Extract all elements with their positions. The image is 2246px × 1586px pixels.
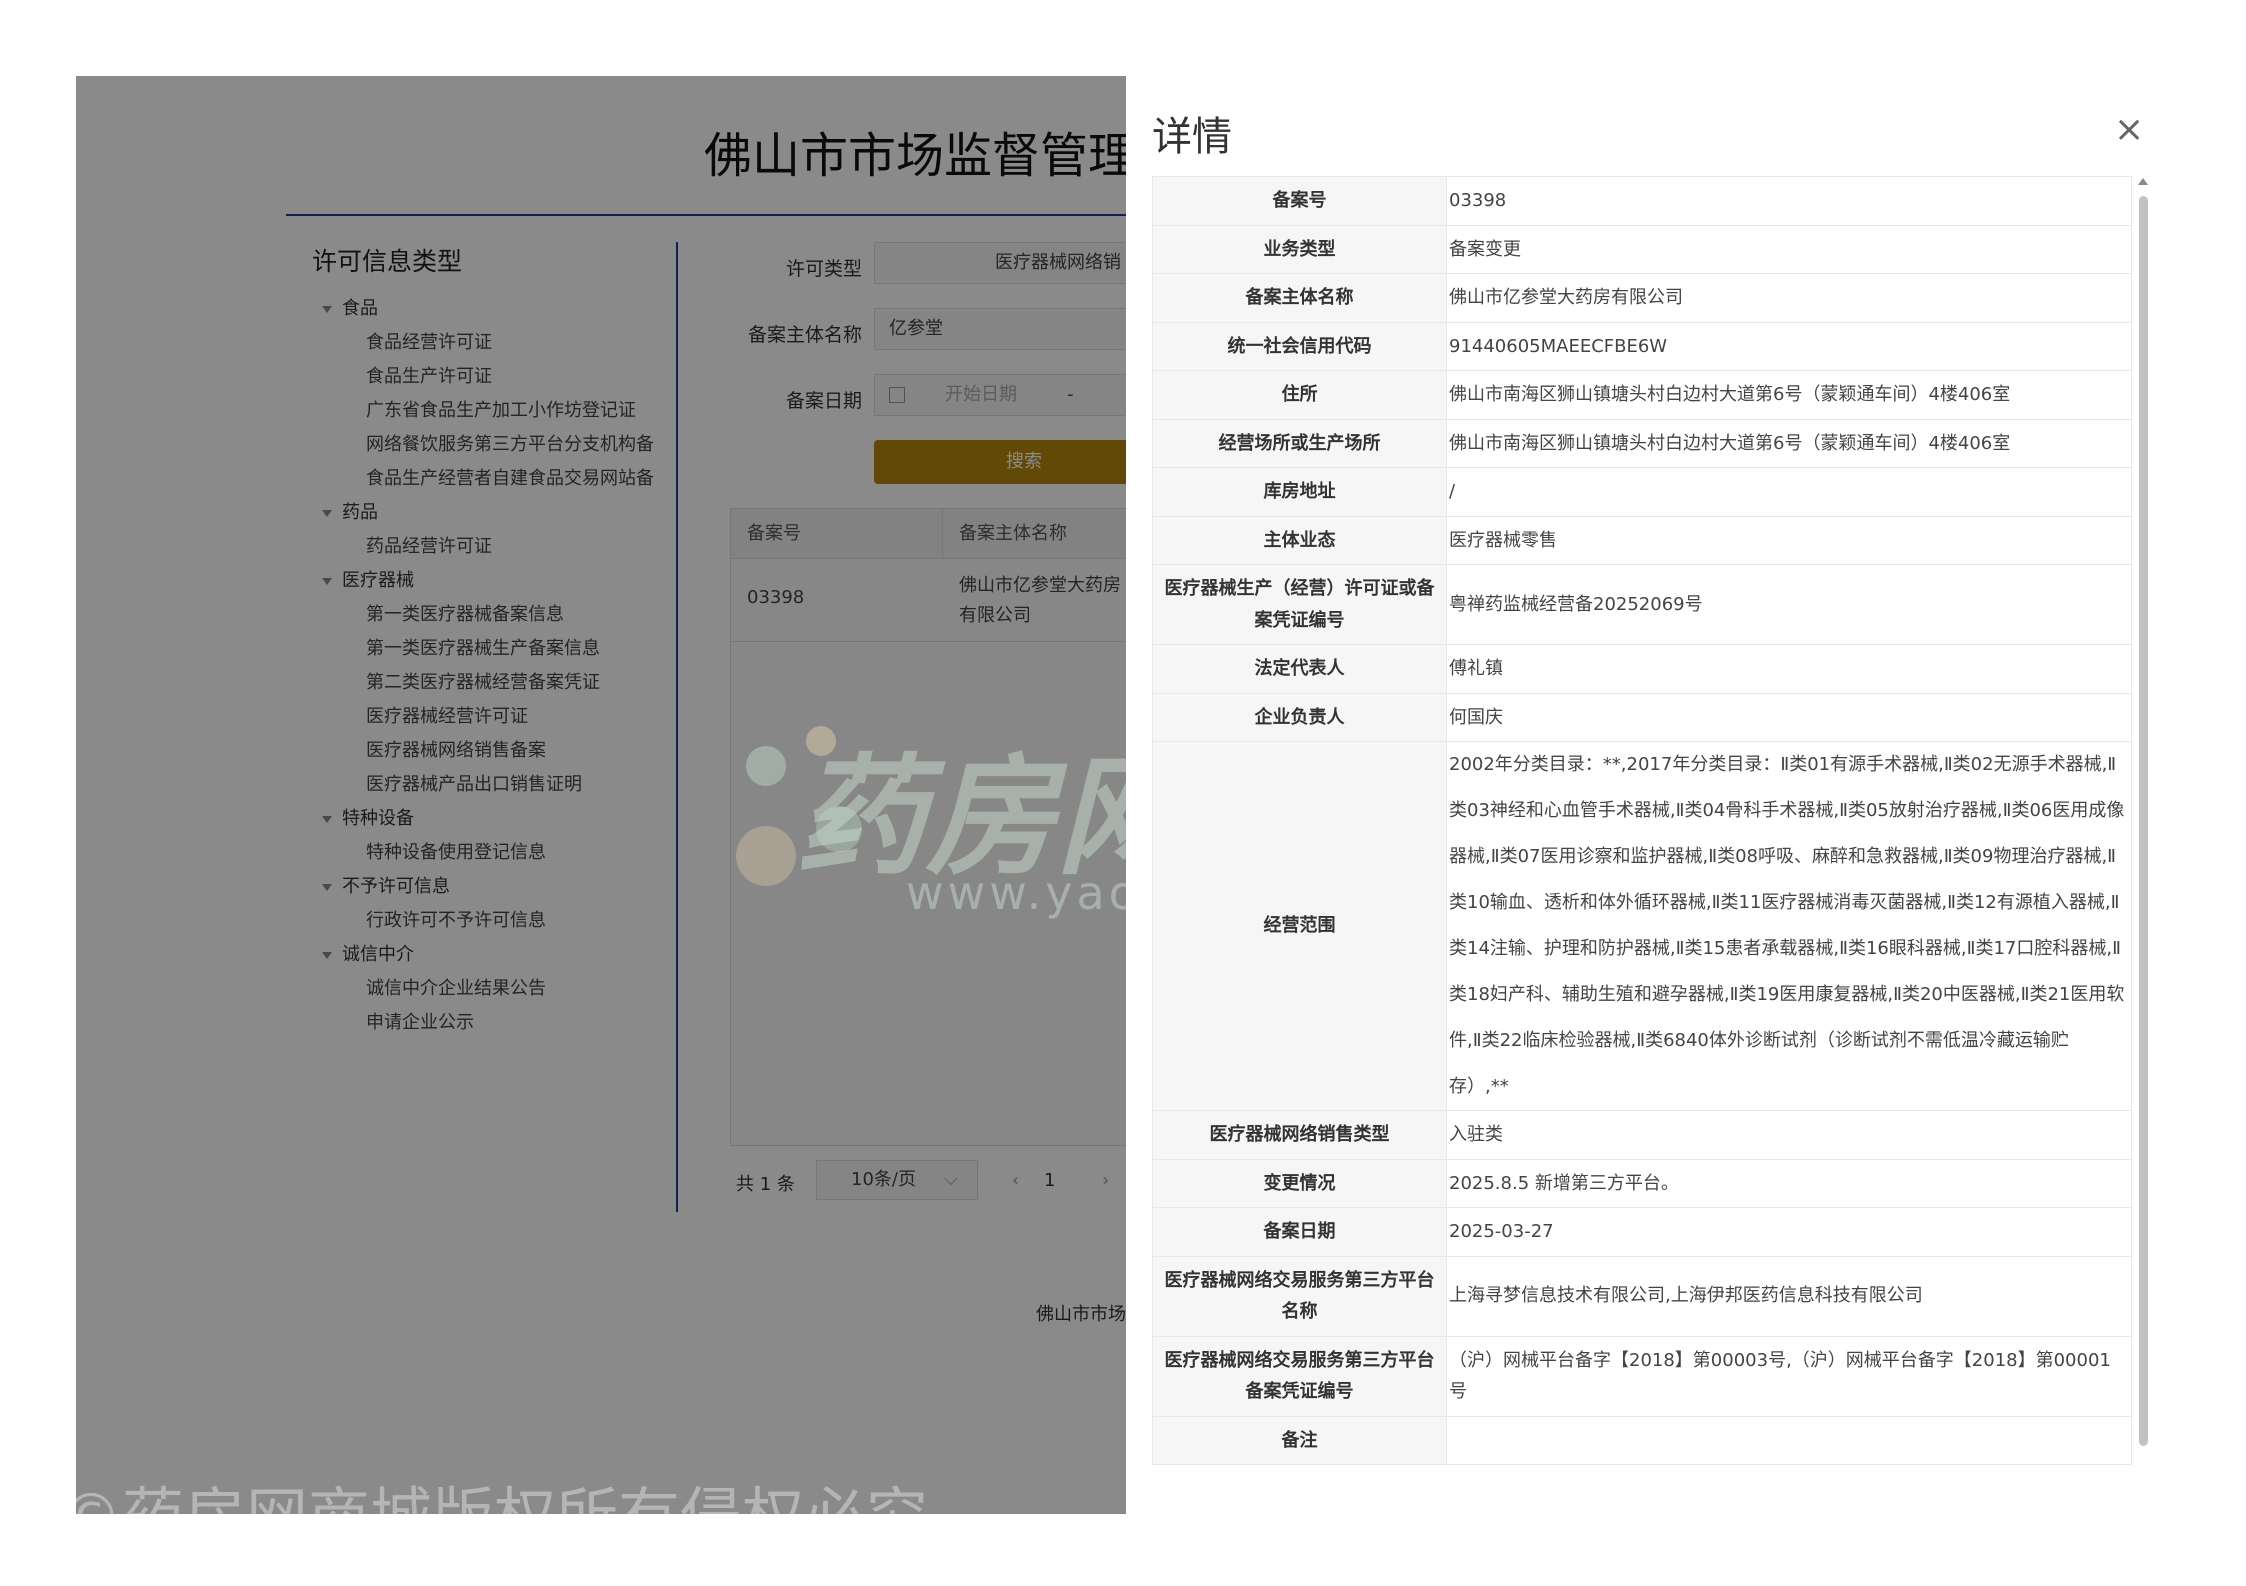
- detail-value: /: [1446, 467, 2132, 517]
- detail-row: 法定代表人 傅礼镇: [1152, 644, 2132, 694]
- drawer-title: 详情: [1152, 114, 1232, 160]
- detail-key: 医疗器械网络销售类型: [1152, 1110, 1447, 1160]
- detail-key: 医疗器械生产（经营）许可证或备案凭证编号: [1152, 564, 1447, 645]
- detail-key: 经营场所或生产场所: [1152, 418, 1447, 468]
- detail-value: 上海寻梦信息技术有限公司,上海伊邦医药信息科技有限公司: [1446, 1255, 2132, 1337]
- detail-key: 主体业态: [1152, 515, 1447, 565]
- detail-value: 91440605MAEECFBE6W: [1446, 321, 2132, 371]
- close-icon[interactable]: ×: [2114, 112, 2144, 148]
- detail-row: 经营范围 2002年分类目录：**,2017年分类目录：Ⅱ类01有源手术器械,Ⅱ类…: [1152, 741, 2132, 1111]
- scroll-up-icon[interactable]: [2138, 178, 2148, 185]
- copyright-watermark: ©药房网商城版权所有侵权必究: [76, 1466, 928, 1514]
- detail-key: 经营范围: [1152, 741, 1447, 1111]
- detail-key: 医疗器械网络交易服务第三方平台备案凭证编号: [1152, 1335, 1447, 1417]
- detail-key: 备案主体名称: [1152, 273, 1447, 323]
- detail-row: 业务类型 备案变更: [1152, 224, 2132, 274]
- detail-drawer: 详情 × 备案号 03398 业务类型 备案变更 备案主体名称 佛山市亿参堂大药房有限公司…: [1126, 76, 2178, 1514]
- detail-row: 医疗器械网络交易服务第三方平台名称 上海寻梦信息技术有限公司,上海伊邦医药信息科技…: [1152, 1255, 2132, 1337]
- detail-row: 经营场所或生产场所 佛山市南海区狮山镇塘头村白边村大道第6号（蒙颖通车间）4楼40…: [1152, 418, 2132, 468]
- detail-value: 入驻类: [1446, 1110, 2132, 1160]
- detail-value: 傅礼镇: [1446, 644, 2132, 694]
- detail-key: 统一社会信用代码: [1152, 321, 1447, 371]
- detail-value: 2025-03-27: [1446, 1207, 2132, 1257]
- detail-row: 变更情况 2025.8.5 新增第三方平台。: [1152, 1158, 2132, 1208]
- detail-row: 库房地址 /: [1152, 467, 2132, 517]
- detail-key: 医疗器械网络交易服务第三方平台名称: [1152, 1255, 1447, 1337]
- detail-key: 企业负责人: [1152, 692, 1447, 742]
- scrollbar[interactable]: [2136, 176, 2150, 1514]
- detail-row: 备案号 03398: [1152, 176, 2132, 226]
- scrollbar-thumb[interactable]: [2139, 196, 2148, 1446]
- detail-row: 备案日期 2025-03-27: [1152, 1207, 2132, 1257]
- detail-key: 备案日期: [1152, 1207, 1447, 1257]
- page: 佛山市市场监督管理 许可信息类型 食品 食品经营许可证 食品生产许可证 广东省食品生产…: [76, 76, 2178, 1514]
- detail-value: 医疗器械零售: [1446, 515, 2132, 565]
- detail-key: 住所: [1152, 370, 1447, 420]
- detail-key: 备注: [1152, 1415, 1447, 1465]
- detail-value: 03398: [1446, 176, 2132, 226]
- detail-row: 备注: [1152, 1415, 2132, 1465]
- detail-table: 备案号 03398 业务类型 备案变更 备案主体名称 佛山市亿参堂大药房有限公司 统一社会信…: [1152, 176, 2132, 1465]
- detail-key: 法定代表人: [1152, 644, 1447, 694]
- detail-value: 粤禅药监械经营备20252069号: [1446, 564, 2132, 645]
- detail-value: 何国庆: [1446, 692, 2132, 742]
- detail-key: 库房地址: [1152, 467, 1447, 517]
- detail-row: 医疗器械生产（经营）许可证或备案凭证编号 粤禅药监械经营备20252069号: [1152, 564, 2132, 645]
- detail-value: （沪）网械平台备字【2018】第00003号,（沪）网械平台备字【2018】第0…: [1446, 1335, 2132, 1417]
- detail-value: 2002年分类目录：**,2017年分类目录：Ⅱ类01有源手术器械,Ⅱ类02无源…: [1446, 741, 2132, 1111]
- detail-value: 佛山市南海区狮山镇塘头村白边村大道第6号（蒙颖通车间）4楼406室: [1446, 418, 2132, 468]
- detail-key: 变更情况: [1152, 1158, 1447, 1208]
- detail-value: 佛山市南海区狮山镇塘头村白边村大道第6号（蒙颖通车间）4楼406室: [1446, 370, 2132, 420]
- detail-scroll-area[interactable]: 备案号 03398 业务类型 备案变更 备案主体名称 佛山市亿参堂大药房有限公司 统一社会信…: [1152, 176, 2132, 1514]
- detail-row: 企业负责人 何国庆: [1152, 692, 2132, 742]
- detail-row: 住所 佛山市南海区狮山镇塘头村白边村大道第6号（蒙颖通车间）4楼406室: [1152, 370, 2132, 420]
- detail-row: 备案主体名称 佛山市亿参堂大药房有限公司: [1152, 273, 2132, 323]
- detail-row: 统一社会信用代码 91440605MAEECFBE6W: [1152, 321, 2132, 371]
- detail-value: 2025.8.5 新增第三方平台。: [1446, 1158, 2132, 1208]
- detail-value: [1446, 1415, 2132, 1465]
- detail-row: 医疗器械网络销售类型 入驻类: [1152, 1110, 2132, 1160]
- detail-row: 医疗器械网络交易服务第三方平台备案凭证编号 （沪）网械平台备字【2018】第000…: [1152, 1335, 2132, 1417]
- detail-value: 备案变更: [1446, 224, 2132, 274]
- detail-value: 佛山市亿参堂大药房有限公司: [1446, 273, 2132, 323]
- detail-key: 备案号: [1152, 176, 1447, 226]
- detail-row: 主体业态 医疗器械零售: [1152, 515, 2132, 565]
- detail-key: 业务类型: [1152, 224, 1447, 274]
